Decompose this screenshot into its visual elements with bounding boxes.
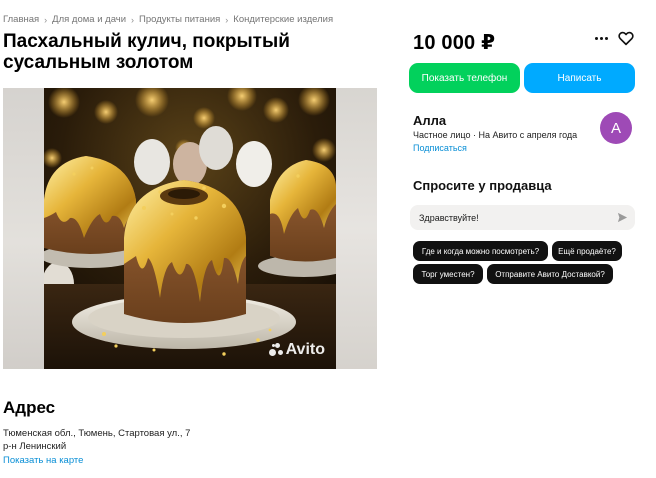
quick-question-chip[interactable]: Торг уместен? (413, 264, 483, 284)
avito-watermark-text: Avito (285, 341, 325, 358)
chevron-right-icon: › (225, 14, 229, 25)
quick-question-chip[interactable]: Отправите Авито Доставкой? (487, 264, 613, 284)
seller-meta: Частное лицо · На Авито с апреля года (413, 130, 578, 140)
breadcrumb-item-confectionery[interactable]: Кондитерские изделия (233, 14, 333, 25)
breadcrumb-item-home-garden[interactable]: Для дома и дачи (52, 14, 126, 25)
breadcrumb: Главная › Для дома и дачи › Продукты пит… (3, 14, 333, 25)
message-text: Здравствуйте! (419, 212, 479, 223)
message-input[interactable]: Здравствуйте! (410, 205, 635, 230)
gallery-blur-right (336, 88, 377, 369)
breadcrumb-item-food[interactable]: Продукты питания (139, 14, 220, 25)
seller-name[interactable]: Алла (413, 113, 446, 128)
more-horizontal-icon[interactable] (593, 31, 609, 45)
listing-title: Пасхальный кулич, покрытый сусальным зол… (3, 31, 333, 73)
quick-question-chip[interactable]: Ещё продаёте? (552, 241, 622, 261)
address-district: р-н Ленинский (3, 441, 67, 452)
photo-gallery[interactable]: Avito (3, 88, 377, 369)
quick-question-chip[interactable]: Где и когда можно посмотреть? (413, 241, 548, 261)
product-photo (44, 88, 336, 369)
gallery-blur-left (3, 88, 44, 369)
heart-icon[interactable] (617, 29, 635, 47)
chevron-right-icon: › (131, 14, 135, 25)
subscribe-link[interactable]: Подписаться (413, 143, 467, 153)
avatar[interactable]: А (600, 112, 632, 144)
send-icon[interactable] (617, 212, 628, 223)
chevron-right-icon: › (44, 14, 48, 25)
breadcrumb-item-home[interactable]: Главная (3, 14, 39, 25)
price: 10 000 ₽ (413, 32, 496, 54)
listing-title-line1: Пасхальный кулич, покрытый (3, 31, 290, 52)
address-heading: Адрес (3, 398, 56, 417)
ask-seller-heading: Спросите у продавца (413, 178, 552, 193)
write-message-button[interactable]: Написать (524, 63, 635, 93)
address-line-1: Тюменская обл., Тюмень, Стартовая ул., 7 (3, 428, 191, 439)
avito-watermark: Avito (268, 341, 325, 359)
avito-logo-icon (268, 343, 283, 357)
show-phone-button[interactable]: Показать телефон (409, 63, 520, 93)
listing-title-line2: сусальным золотом (3, 52, 194, 73)
show-on-map-link[interactable]: Показать на карте (3, 455, 83, 466)
